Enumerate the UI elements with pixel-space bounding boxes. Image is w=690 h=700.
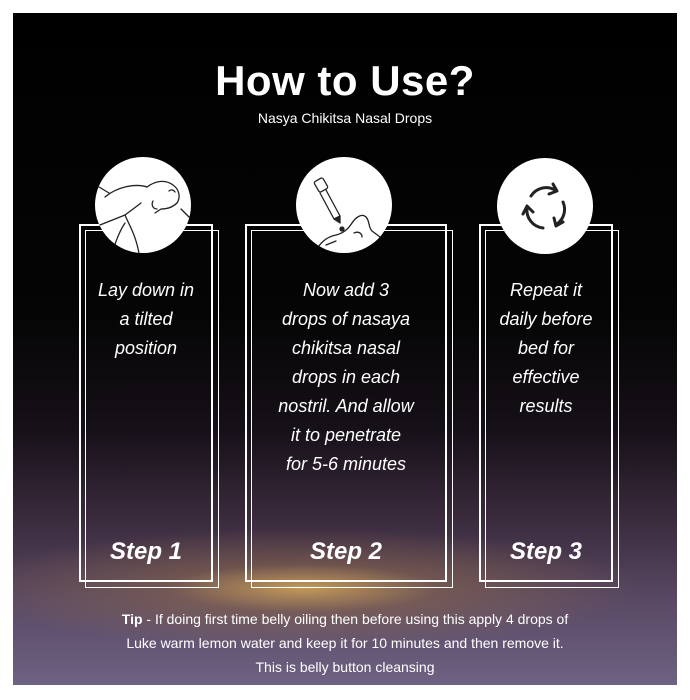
tip-text: - If doing first time belly oiling then … xyxy=(142,611,569,627)
step-3-line: effective xyxy=(512,367,580,387)
step-1-line: a tilted xyxy=(119,309,173,329)
tip-label: Tip xyxy=(121,611,143,627)
tip-note: Tip - If doing first time belly oiling t… xyxy=(13,607,677,679)
repeat-cycle-icon xyxy=(497,158,593,254)
step-3-label: Step 3 xyxy=(509,538,583,565)
step-2-line: for 5-6 minutes xyxy=(285,454,407,474)
step-2-label: Step 2 xyxy=(309,538,383,565)
step-3-instructions: Repeat it daily before bed for effective… xyxy=(487,276,605,421)
step-2-line: Now add 3 xyxy=(302,280,390,300)
step-card-1: Lay down in a tilted position Step 1 xyxy=(79,224,219,588)
product-subtitle: Nasya Chikitsa Nasal Drops xyxy=(257,110,433,126)
step-1-label: Step 1 xyxy=(109,538,183,565)
step-card-2: Now add 3 drops of nasaya chikitsa nasal… xyxy=(245,224,453,588)
step-2-instructions: Now add 3 drops of nasaya chikitsa nasal… xyxy=(253,276,439,479)
step-2-line: drops in each xyxy=(291,367,401,387)
step-card-3: Repeat it daily before bed for effective… xyxy=(479,224,619,588)
how-to-use-poster: How to Use? Nasya Chikitsa Nasal Drops L… xyxy=(13,13,677,685)
page-title: How to Use? xyxy=(215,57,475,104)
tip-line-2: Luke warm lemon water and keep it for 10… xyxy=(126,635,564,651)
step-1-instructions: Lay down in a tilted position xyxy=(87,276,205,363)
step-2-line: chikitsa nasal xyxy=(291,338,401,358)
step-1-line: position xyxy=(114,338,178,358)
step-3-line: bed for xyxy=(517,338,575,358)
step-2-line: nostril. And allow xyxy=(278,396,414,416)
step-2-line: drops of nasaya xyxy=(281,309,411,329)
person-lying-tilted-icon xyxy=(95,157,191,253)
step-1-line: Lay down in xyxy=(97,280,195,300)
step-3-line: Repeat it xyxy=(509,280,583,300)
step-3-line: daily before xyxy=(499,309,593,329)
step-3-line: results xyxy=(519,396,573,416)
tip-line-1: Tip - If doing first time belly oiling t… xyxy=(13,607,677,631)
step-2-line: it to penetrate xyxy=(290,425,402,445)
dropper-nose-icon xyxy=(296,157,392,253)
tip-line-3: This is belly button cleansing xyxy=(255,659,435,675)
